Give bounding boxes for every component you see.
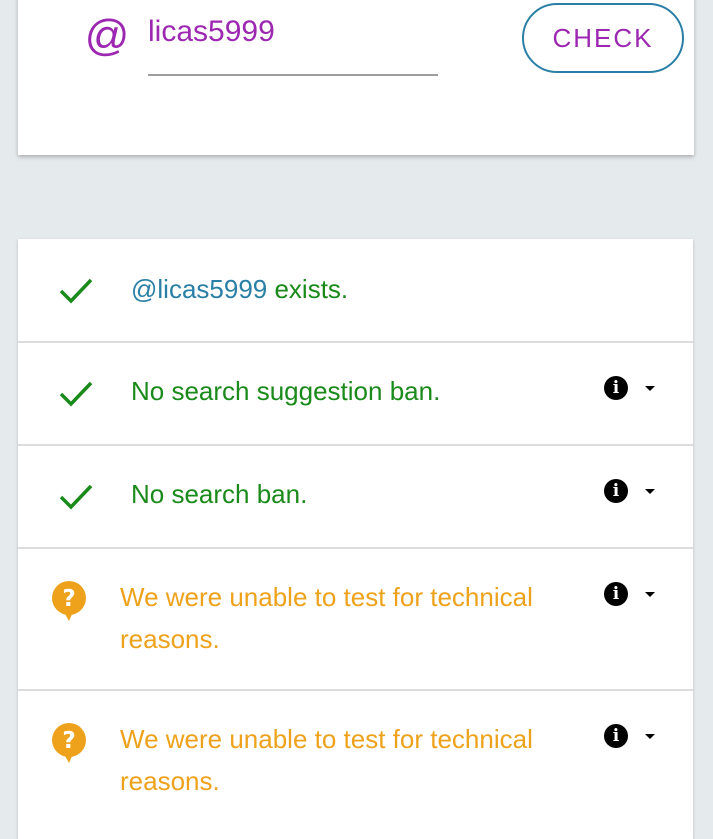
result-text-suggestion-ban: No search suggestion ban.: [131, 376, 441, 406]
check-icon: [59, 381, 93, 407]
username-input[interactable]: [148, 12, 438, 52]
result-row-ghost-ban: ? We were unable to test for technical r…: [18, 548, 693, 691]
result-row-exists: @licas5999 exists.: [18, 239, 693, 343]
question-icon: ?: [52, 581, 86, 621]
caret-down-icon: [645, 386, 655, 391]
info-toggle-search-ban[interactable]: i: [604, 479, 664, 509]
result-text-search-ban: No search ban.: [131, 479, 308, 509]
info-icon: i: [604, 582, 628, 606]
results-card: @licas5999 exists. No search suggestion …: [18, 239, 693, 839]
result-row-suggestion-ban: No search suggestion ban. i: [18, 342, 693, 446]
question-glyph: ?: [62, 586, 75, 612]
username-field[interactable]: [148, 12, 438, 76]
result-row-search-ban: No search ban. i: [18, 445, 693, 549]
at-icon: @: [84, 11, 129, 60]
result-text-ghost-ban: We were unable to test for technical rea…: [120, 582, 533, 654]
question-glyph: ?: [62, 728, 75, 754]
info-toggle-ghost-ban[interactable]: i: [604, 582, 664, 612]
exists-suffix: exists.: [267, 274, 349, 304]
check-button[interactable]: CHECK: [522, 3, 684, 73]
result-text-exists: @licas5999 exists.: [131, 268, 348, 310]
info-icon: i: [604, 479, 628, 503]
result-row-reply-deboosting: ? We were unable to test for technical r…: [18, 690, 693, 833]
info-icon: i: [604, 724, 628, 748]
info-toggle-suggestion-ban[interactable]: i: [604, 376, 664, 406]
check-icon: [59, 484, 93, 510]
username-search-card: @ CHECK: [18, 0, 694, 155]
question-icon: ?: [52, 723, 86, 763]
caret-down-icon: [645, 489, 655, 494]
caret-down-icon: [645, 734, 655, 739]
caret-down-icon: [645, 592, 655, 597]
username-link[interactable]: @licas5999: [131, 274, 267, 304]
result-text-reply-deboosting: We were unable to test for technical rea…: [120, 724, 533, 796]
check-icon: [59, 278, 93, 304]
info-icon: i: [604, 376, 628, 400]
info-toggle-reply-deboosting[interactable]: i: [604, 724, 664, 754]
